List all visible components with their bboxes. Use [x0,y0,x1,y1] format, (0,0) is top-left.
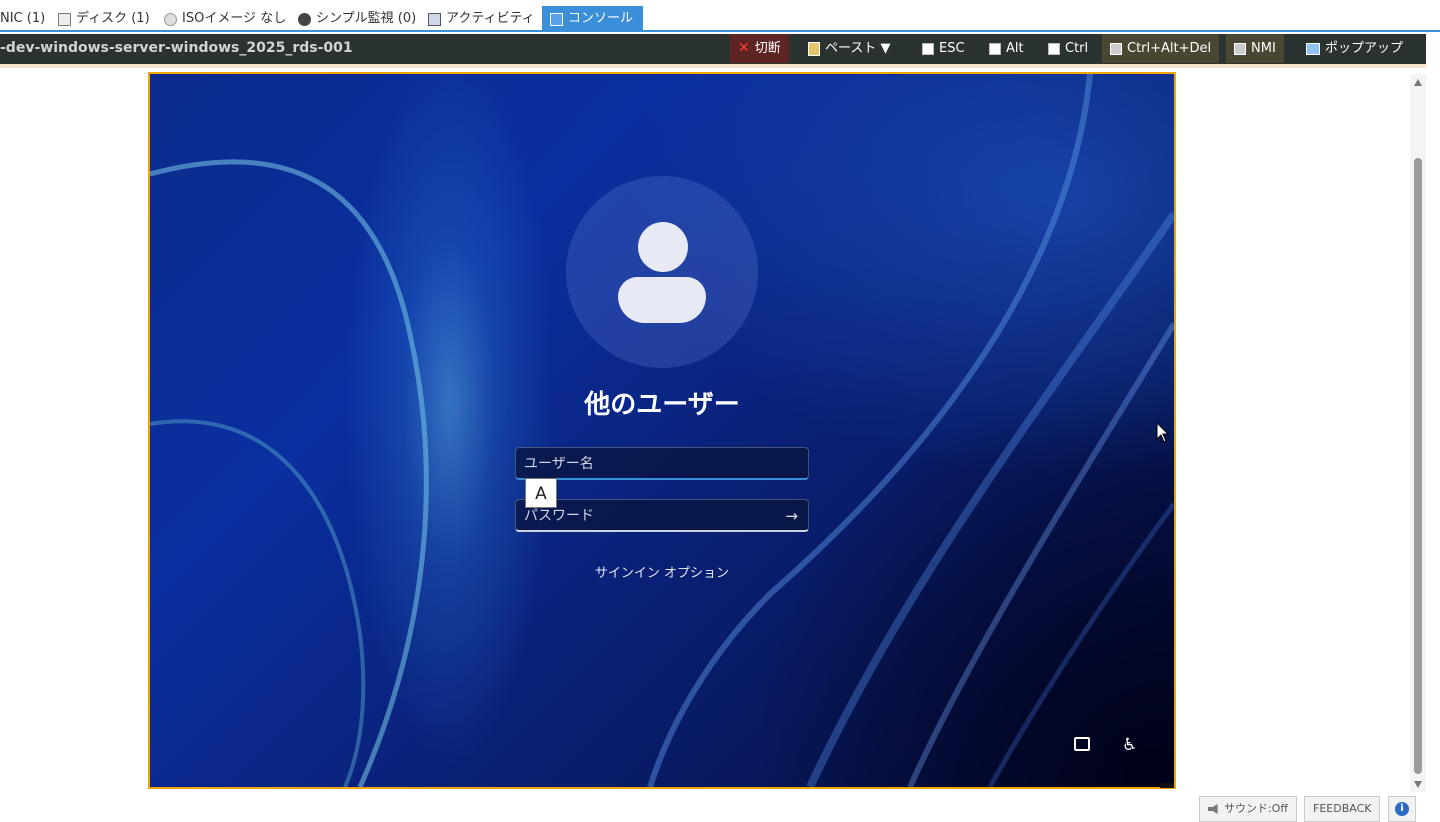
vertical-scrollbar[interactable] [1410,74,1426,792]
tab-monitor[interactable]: シンプル監視 (0) [298,6,416,32]
ctrl-checkbox[interactable] [1048,42,1060,55]
iso-icon [164,12,177,26]
user-avatar [566,176,758,368]
nmi-icon [1234,42,1246,55]
ctrl-label: Ctrl [1065,41,1089,56]
accessibility-icon[interactable]: ♿ [1122,736,1137,754]
disk-icon [58,12,71,26]
disconnect-label: 切断 [754,41,781,56]
network-icon[interactable] [1074,737,1090,751]
paste-button[interactable]: ペースト ▼ [800,34,898,63]
sound-toggle-button[interactable]: サウンド:Off [1199,796,1297,822]
tab-console[interactable]: コンソール [542,6,644,32]
submit-arrow-icon[interactable]: → [785,500,798,532]
nmi-label: NMI [1251,41,1276,56]
tab-activity-label: アクティビティ [446,11,535,26]
info-icon: i [1395,802,1409,816]
feedback-button[interactable]: FEEDBACK [1304,796,1381,822]
tab-disk[interactable]: ディスク (1) [58,6,150,32]
ctrl-alt-del-label: Ctrl+Alt+Del [1127,41,1212,56]
feedback-label: FEEDBACK [1313,802,1372,815]
user-icon-head [638,222,688,272]
password-placeholder: パスワード [524,508,594,524]
alt-toggle[interactable]: Alt [981,34,1032,63]
esc-label: ESC [939,41,965,56]
console-icon [550,12,563,26]
tab-iso[interactable]: ISOイメージ なし [164,6,286,32]
sound-label: サウンド:Off [1224,802,1288,815]
tab-iso-label: ISOイメージ なし [182,11,287,26]
tab-bar: NIC (1) ディスク (1) ISOイメージ なし シンプル監視 (0) ア… [0,0,1440,32]
paste-label: ペースト ▼ [825,41,891,56]
tab-disk-label: ディスク (1) [76,11,150,26]
monitor-icon [298,12,311,26]
popup-window-icon [1306,42,1320,55]
alt-checkbox[interactable] [989,42,1001,55]
alt-label: Alt [1006,41,1024,56]
vm-name: -dev-windows-server-windows_2025_rds-001 [0,40,353,56]
tab-nic-label: NIC (1) [0,11,46,26]
ime-indicator: A [525,478,557,508]
login-user-title: 他のユーザー [584,390,740,420]
disconnect-button[interactable]: ✕ 切断 [730,34,789,63]
remote-console-screen[interactable]: 他のユーザー ユーザー名 パスワード → A サインイン オプション ♿ [148,72,1176,789]
popup-button[interactable]: ポップアップ [1298,34,1411,63]
keyboard-icon [1110,42,1122,55]
username-field[interactable]: ユーザー名 [515,447,809,480]
toolbar-divider [0,64,1426,68]
info-button[interactable]: i [1388,796,1416,822]
activity-icon [428,12,441,26]
console-toolbar: -dev-windows-server-windows_2025_rds-001… [0,34,1426,64]
tab-activity[interactable]: アクティビティ [428,6,535,32]
scroll-up-icon[interactable] [1414,79,1422,86]
clipboard-icon [808,41,820,56]
tab-console-label: コンソール [568,11,634,26]
close-icon: ✕ [738,40,750,56]
username-placeholder: ユーザー名 [524,456,594,472]
ctrl-toggle[interactable]: Ctrl [1040,34,1096,63]
console-resize-handle[interactable] [1160,783,1174,788]
scroll-down-icon[interactable] [1414,781,1422,788]
scrollbar-thumb[interactable] [1414,158,1422,774]
esc-checkbox[interactable] [922,42,934,55]
user-icon-body [618,277,706,323]
speaker-icon [1208,804,1218,814]
esc-toggle[interactable]: ESC [914,34,973,63]
popup-label: ポップアップ [1325,41,1404,56]
tab-nic[interactable]: NIC (1) [0,6,45,32]
nmi-button[interactable]: NMI [1226,34,1284,63]
ctrl-alt-del-button[interactable]: Ctrl+Alt+Del [1102,34,1220,63]
password-field[interactable]: パスワード → [515,499,809,532]
tab-monitor-label: シンプル監視 (0) [316,11,417,26]
signin-options-link[interactable]: サインイン オプション [150,562,1174,581]
